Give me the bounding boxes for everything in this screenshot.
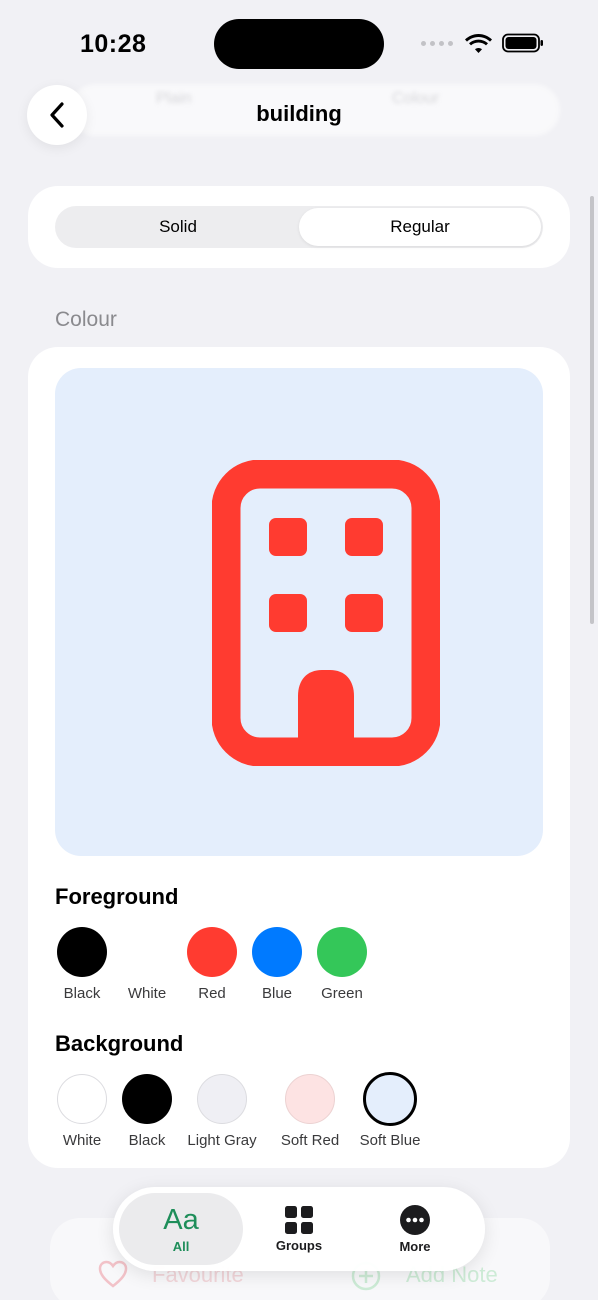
swatch-label: Blue bbox=[261, 985, 293, 1002]
swatch-circle bbox=[317, 927, 367, 977]
tab-groups-label: Groups bbox=[275, 1238, 323, 1253]
background-swatch-white[interactable]: White bbox=[55, 1074, 109, 1149]
tab-all[interactable]: Aa All bbox=[119, 1193, 243, 1265]
weight-card: Solid Regular bbox=[28, 186, 570, 268]
colour-card: Foreground Black White Red Blue Green Ba… bbox=[28, 347, 570, 1168]
status-bar: 10:28 bbox=[0, 0, 598, 90]
grid-icon bbox=[285, 1206, 313, 1234]
segment-regular[interactable]: Regular bbox=[299, 208, 541, 246]
background-title: Background bbox=[55, 1031, 184, 1056]
segment-solid[interactable]: Solid bbox=[57, 208, 299, 246]
status-time: 10:28 bbox=[80, 30, 147, 58]
status-icons bbox=[421, 33, 544, 53]
background-swatches[interactable]: White Black Light Gray Soft Red Soft Blu… bbox=[55, 1072, 425, 1149]
tab-all-label: All bbox=[172, 1239, 190, 1254]
foreground-swatch-white[interactable]: White bbox=[120, 927, 174, 1002]
tab-more[interactable]: More bbox=[353, 1193, 477, 1265]
swatch-circle bbox=[122, 927, 172, 977]
cellular-signal-icon bbox=[421, 40, 453, 46]
text-aa-icon: Aa bbox=[163, 1204, 199, 1236]
dynamic-island bbox=[214, 19, 384, 69]
swatch-circle bbox=[285, 1074, 335, 1124]
tab-more-label: More bbox=[399, 1239, 431, 1254]
swatch-label: Red bbox=[198, 985, 226, 1002]
swatch-label: Black bbox=[128, 1132, 166, 1149]
swatch-label: White bbox=[62, 1132, 102, 1149]
background-swatch-black[interactable]: Black bbox=[120, 1074, 174, 1149]
foreground-title: Foreground bbox=[55, 884, 179, 909]
background-swatch-light-gray[interactable]: Light Gray bbox=[184, 1074, 260, 1149]
foreground-swatch-blue[interactable]: Blue bbox=[250, 927, 304, 1002]
wifi-icon bbox=[465, 34, 492, 53]
foreground-swatch-green[interactable]: Green bbox=[315, 927, 369, 1002]
scroll-indicator bbox=[590, 196, 594, 624]
swatch-circle bbox=[252, 927, 302, 977]
swatch-circle-selected bbox=[363, 1072, 417, 1126]
foreground-swatches: Black White Red Blue Green bbox=[55, 927, 369, 1002]
page-title: building bbox=[256, 101, 342, 126]
weight-segmented-control: Solid Regular bbox=[55, 206, 543, 248]
swatch-circle bbox=[187, 927, 237, 977]
background-swatch-soft-blue[interactable]: Soft Blue bbox=[355, 1072, 425, 1149]
swatch-circle bbox=[57, 927, 107, 977]
building-icon bbox=[212, 460, 440, 766]
swatch-circle bbox=[57, 1074, 107, 1124]
swatch-label: White bbox=[127, 985, 167, 1002]
background-swatch-soft-red[interactable]: Soft Red bbox=[277, 1074, 343, 1149]
swatch-circle bbox=[197, 1074, 247, 1124]
heart-icon bbox=[98, 1260, 128, 1288]
swatch-label: Green bbox=[321, 985, 363, 1002]
tab-groups[interactable]: Groups bbox=[237, 1193, 361, 1265]
ellipsis-circle-icon bbox=[400, 1205, 430, 1235]
swatch-circle bbox=[122, 1074, 172, 1124]
tab-bar: Aa All Groups More bbox=[113, 1187, 485, 1271]
swatch-label: Light Gray bbox=[187, 1132, 257, 1149]
section-label-colour: Colour bbox=[55, 308, 117, 331]
battery-icon bbox=[502, 33, 543, 53]
icon-preview bbox=[55, 368, 543, 856]
foreground-swatch-red[interactable]: Red bbox=[185, 927, 239, 1002]
foreground-swatch-black[interactable]: Black bbox=[55, 927, 109, 1002]
swatch-label: Soft Blue bbox=[359, 1132, 421, 1149]
swatch-label: Soft Red bbox=[280, 1132, 340, 1149]
swatch-label: Black bbox=[63, 985, 101, 1002]
